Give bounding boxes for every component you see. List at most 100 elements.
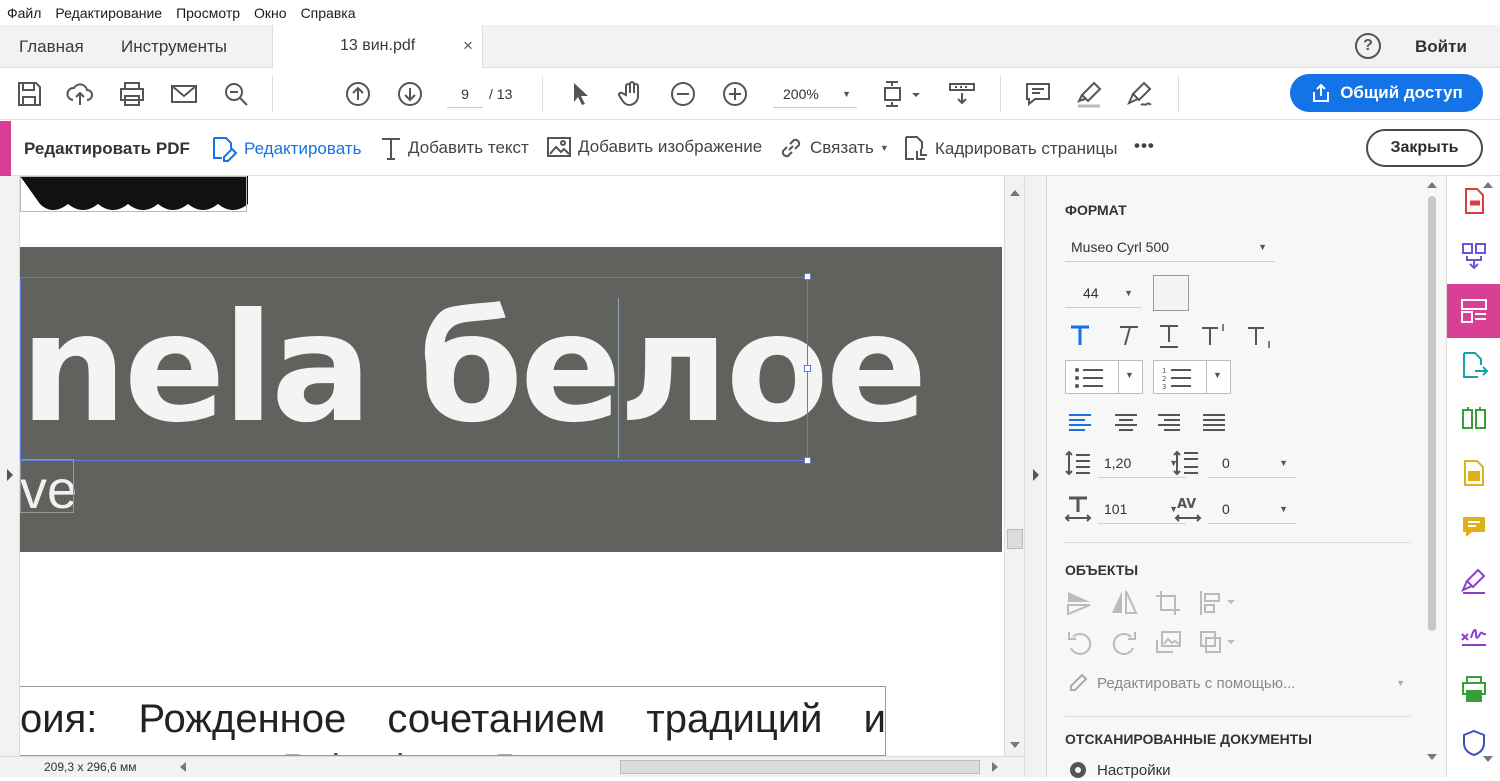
numbered-list-icon: 123 [1162, 367, 1191, 390]
scroll-up-arrow-icon[interactable] [1010, 190, 1020, 196]
cloud-upload-icon[interactable] [65, 79, 95, 109]
panel-scroll-up-icon[interactable] [1427, 182, 1437, 188]
text-selection-box[interactable] [20, 277, 808, 461]
paragraph-word: традиций [646, 697, 823, 741]
vertical-scrollbar[interactable] [1004, 176, 1024, 756]
scroll-mode-icon[interactable] [947, 79, 977, 109]
edit-button[interactable]: Редактировать [210, 135, 361, 163]
request-signature-icon[interactable] [1459, 620, 1489, 650]
font-family-dropdown[interactable]: Museo Cyrl 500 ▼ [1065, 232, 1275, 262]
document-view[interactable]: nela белое ve оия: Рожденное сочетанием … [0, 176, 1024, 756]
tab-home[interactable]: Главная [19, 37, 84, 57]
comment-icon[interactable] [1023, 79, 1053, 109]
flip-vertical-icon[interactable] [1065, 588, 1095, 618]
crop-image-icon[interactable] [1153, 588, 1183, 618]
align-justify-icon[interactable] [1199, 407, 1229, 437]
superscript-text-icon[interactable] [1199, 321, 1229, 351]
menu-file[interactable]: Файл [0, 5, 48, 21]
edit-with-dropdown[interactable]: Редактировать с помощью... ▼ [1067, 669, 1411, 697]
share-button[interactable]: Общий доступ [1290, 74, 1483, 112]
horizontal-scroll-thumb[interactable] [620, 760, 980, 774]
hand-tool-icon[interactable] [617, 79, 647, 109]
font-size-dropdown[interactable]: 44 ▼ [1065, 278, 1141, 308]
select-pointer-icon[interactable] [566, 79, 596, 109]
zoom-out-icon[interactable] [668, 79, 698, 109]
rotate-right-icon[interactable] [1109, 628, 1139, 658]
resize-handle-top-right[interactable] [804, 273, 811, 280]
fill-sign-icon[interactable] [1459, 566, 1489, 596]
combine-files-icon[interactable] [1459, 240, 1489, 270]
protect-icon[interactable] [1459, 728, 1489, 758]
scan-settings-button[interactable]: Настройки [1067, 759, 1171, 781]
panel-scroll-thumb[interactable] [1428, 196, 1436, 631]
export-pdf-icon[interactable] [1459, 350, 1489, 380]
resize-handle-right[interactable] [804, 365, 811, 372]
organize-pages-icon[interactable] [1459, 404, 1489, 434]
scroll-right-arrow-icon[interactable] [992, 762, 998, 772]
toolbar-divider [272, 76, 273, 112]
zoom-level-dropdown[interactable]: 200% ▼ [773, 80, 857, 108]
rail-scroll-up-icon[interactable] [1483, 182, 1493, 188]
underline-text-icon[interactable] [1154, 321, 1184, 351]
page-number-input[interactable]: 9 [447, 80, 483, 108]
save-icon[interactable] [14, 79, 44, 109]
close-edit-button[interactable]: Закрыть [1366, 129, 1483, 167]
italic-text-icon[interactable] [1111, 321, 1141, 351]
bold-text-icon[interactable] [1065, 321, 1095, 351]
comment-tool-icon[interactable] [1459, 458, 1489, 488]
subscript-text-icon[interactable] [1245, 321, 1275, 351]
scroll-left-arrow-icon[interactable] [180, 762, 186, 772]
rotate-left-icon[interactable] [1065, 628, 1095, 658]
sign-pen-icon[interactable] [1125, 79, 1155, 109]
paragraph-spacing-dropdown[interactable]: 0 ▼ [1208, 448, 1296, 478]
crop-pages-button[interactable]: Кадрировать страницы [903, 135, 1117, 163]
search-icon[interactable] [221, 79, 251, 109]
character-spacing-dropdown[interactable]: 0 ▼ [1208, 494, 1296, 524]
previous-page-icon[interactable] [343, 79, 373, 109]
email-icon[interactable] [169, 79, 199, 109]
vertical-scroll-thumb[interactable] [1007, 529, 1023, 549]
replace-image-icon[interactable] [1153, 628, 1183, 658]
scroll-down-arrow-icon[interactable] [1010, 742, 1020, 748]
paragraph-text-box[interactable]: оия: Рожденное сочетанием традиций и …им… [20, 686, 886, 756]
align-objects-icon[interactable] [1197, 588, 1235, 618]
more-options-icon[interactable]: ••• [1134, 136, 1155, 156]
menu-help[interactable]: Справка [294, 5, 363, 21]
help-icon[interactable]: ? [1355, 33, 1381, 59]
create-pdf-icon[interactable] [1459, 186, 1489, 216]
arrange-objects-icon[interactable] [1197, 628, 1235, 658]
highlight-pen-icon[interactable] [1074, 79, 1104, 109]
flip-horizontal-icon[interactable] [1109, 588, 1139, 618]
print-icon[interactable] [117, 79, 147, 109]
next-page-icon[interactable] [395, 79, 425, 109]
zoom-in-icon[interactable] [720, 79, 750, 109]
bulleted-list-dropdown[interactable]: ▼ [1065, 360, 1143, 394]
menu-view[interactable]: Просмотр [169, 5, 247, 21]
rail-scroll-down-icon[interactable] [1483, 756, 1493, 762]
close-tab-icon[interactable]: × [463, 36, 473, 56]
resize-handle-bottom-right[interactable] [804, 457, 811, 464]
edit-pdf-tool-active[interactable] [1447, 284, 1500, 338]
chevron-down-icon: ▼ [1124, 288, 1133, 298]
print-production-icon[interactable] [1459, 674, 1489, 704]
tab-tools[interactable]: Инструменты [121, 37, 227, 57]
fit-page-icon[interactable] [882, 79, 920, 109]
menu-edit[interactable]: Редактирование [48, 5, 169, 21]
panel-scroll-down-icon[interactable] [1427, 754, 1437, 760]
align-center-icon[interactable] [1111, 407, 1141, 437]
collapse-panel-icon[interactable] [1032, 468, 1040, 482]
menu-window[interactable]: Окно [247, 5, 294, 21]
add-comment-icon[interactable] [1459, 512, 1489, 542]
align-left-icon[interactable] [1065, 407, 1095, 437]
align-right-icon[interactable] [1154, 407, 1184, 437]
tab-document[interactable]: 13 вин.pdf × [272, 25, 483, 68]
tab-document-title: 13 вин.pdf [340, 37, 416, 54]
link-dropdown[interactable]: Связать ▼ [778, 135, 889, 161]
add-text-button[interactable]: Добавить текст [380, 135, 529, 161]
numbered-list-dropdown[interactable]: 123 ▼ [1153, 360, 1231, 394]
text-cursor [618, 298, 619, 458]
expand-left-pane-icon[interactable] [6, 468, 14, 482]
text-color-swatch[interactable] [1153, 275, 1189, 311]
sign-in-button[interactable]: Войти [1415, 37, 1467, 57]
add-image-button[interactable]: Добавить изображение [546, 135, 762, 159]
